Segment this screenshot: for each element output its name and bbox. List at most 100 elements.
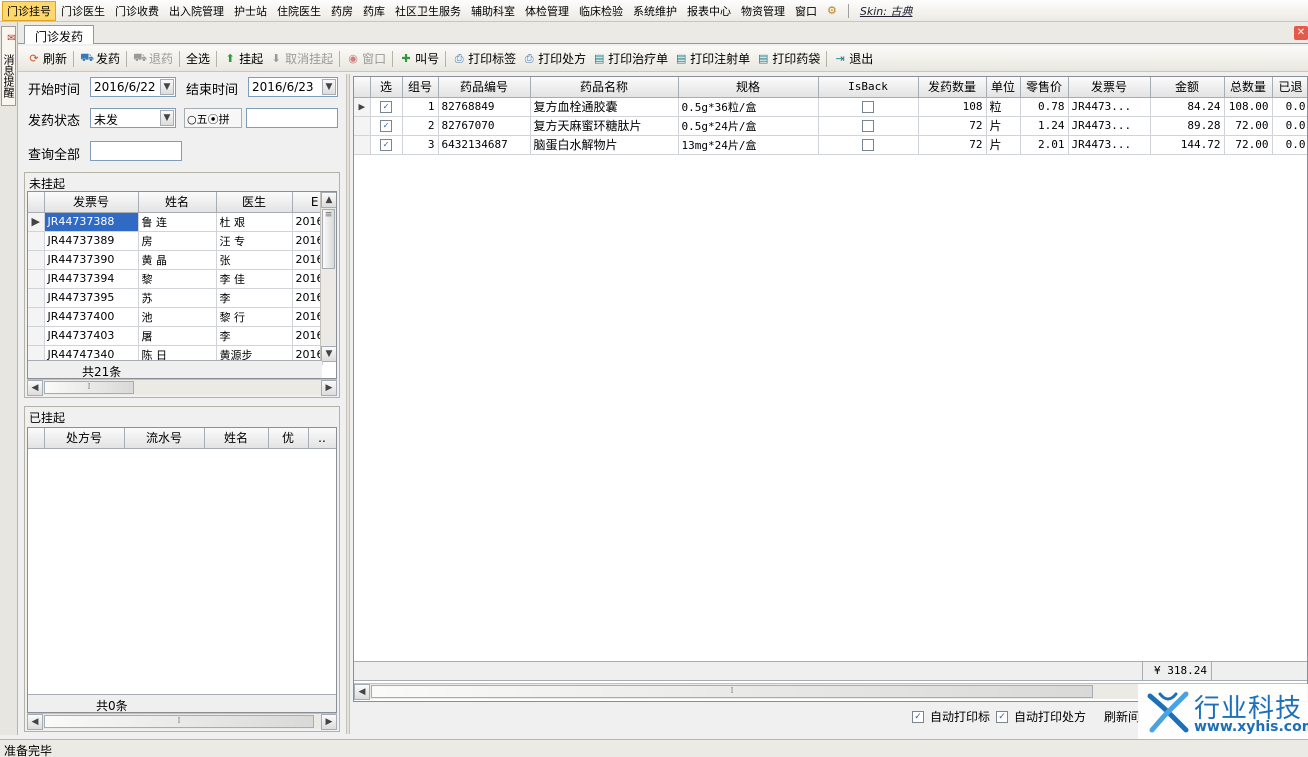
dispense-status-select[interactable]: 未发 ▼ [90,108,176,128]
exit-button[interactable]: ⇥ 退出 [830,48,876,70]
print-prescription-button[interactable]: ⎙ 打印处方 [519,48,589,70]
menu-admission[interactable]: 出入院管理 [164,1,229,21]
scroll-right-icon[interactable]: ▶ [321,380,337,396]
menu-drug-store[interactable]: 药库 [358,1,390,21]
menu-pharmacy[interactable]: 药房 [326,1,358,21]
menu-inpatient-doctor[interactable]: 住院医生 [272,1,326,21]
col-more[interactable]: .. [308,428,336,449]
search-code-input[interactable] [246,108,338,128]
col-drug-name[interactable]: 药品名称 [530,77,679,98]
col-invoice[interactable]: 发票号 [1068,77,1151,98]
menu-physical-exam[interactable]: 体检管理 [520,1,574,21]
col-invoice[interactable]: 发票号 [44,192,139,213]
cell-isback[interactable] [818,135,919,155]
table-row[interactable]: JR44737394 黎李 佳 2016 [28,269,323,289]
col-date[interactable]: E [292,192,323,213]
col-select[interactable]: 选 [370,77,403,98]
chevron-down-icon[interactable]: ▼ [160,110,174,126]
col-unit[interactable]: 单位 [986,77,1021,98]
window-button[interactable]: ◉ 窗口 [343,48,389,70]
cell-isback[interactable] [818,116,919,136]
table-row[interactable]: JR44737395 苏李 2016 [28,288,323,308]
print-bag-button[interactable]: ▤ 打印药袋 [753,48,823,70]
table-row[interactable]: ✓ 2 82767070 复方天麻蜜环糖肽片 0.5g*24片/盒 72 片 1.24 JR44… [354,116,1307,136]
table-row[interactable]: ▶ ✓ 1 82768849 复方血栓通胶囊 0.5g*36粒/盒 108 粒 0.78 JR44… [354,97,1307,117]
unhung-vscroll[interactable]: ▲ ≡ ▼ [320,192,336,362]
select-checkbox[interactable]: ✓ [380,120,392,132]
scroll-up-icon[interactable]: ▲ [321,192,336,208]
select-all-button[interactable]: 全选 [183,48,213,70]
radio-wubi[interactable]: ○ [187,113,197,126]
print-injection-button[interactable]: ▤ 打印注射单 [671,48,753,70]
print-treatment-button[interactable]: ▤ 打印治疗单 [589,48,671,70]
chevron-down-icon[interactable]: ▼ [322,79,336,95]
print-label-button[interactable]: ⎙ 打印标签 [449,48,519,70]
col-qty[interactable]: 发药数量 [918,77,987,98]
scroll-left-icon[interactable]: ◀ [354,684,370,700]
table-row[interactable]: ✓ 3 6432134687 脑蛋白水解物片 13mg*24片/盒 72 片 2.01 JR44… [354,135,1307,155]
menu-reports[interactable]: 报表中心 [682,1,736,21]
row-selector[interactable] [28,326,45,346]
menu-window[interactable]: 窗口 [790,1,822,21]
scroll-left-icon[interactable]: ◀ [27,380,43,396]
table-row[interactable]: JR44737389 房汪 专 2016 [28,231,323,251]
col-group[interactable]: 组号 [402,77,439,98]
skin-label[interactable]: Skin: 古典 [855,1,918,21]
cancel-hang-button[interactable]: ⬇ 取消挂起 [266,48,336,70]
col-total[interactable]: 总数量 [1224,77,1273,98]
isback-checkbox[interactable] [862,139,874,151]
row-selector[interactable] [28,269,45,289]
table-row[interactable]: JR44737390 黄 晶张 2016 [28,250,323,270]
col-serial-no[interactable]: 流水号 [124,428,205,449]
scroll-right-icon[interactable]: ▶ [321,714,337,730]
col-drug-code[interactable]: 药品编号 [438,77,531,98]
scroll-thumb[interactable]: ⁞ [371,685,1093,698]
select-checkbox[interactable]: ✓ [380,101,392,113]
col-returned[interactable]: 已退 [1272,77,1307,98]
row-selector[interactable] [28,231,45,251]
chevron-down-icon[interactable]: ▼ [160,79,174,95]
auto-print-label-checkbox[interactable]: ✓ [912,710,924,723]
menu-system[interactable]: 系统维护 [628,1,682,21]
col-price[interactable]: 零售价 [1020,77,1069,98]
table-row[interactable]: JR44737403 屠李 2016 [28,326,323,346]
menu-clinical-lab[interactable]: 临床检验 [574,1,628,21]
call-number-button[interactable]: ✚ 叫号 [396,48,442,70]
unhung-hscroll[interactable]: ◀ ⁞ ▶ [27,379,337,396]
start-date-picker[interactable]: 2016/6/22 ▼ [90,77,176,97]
col-isback[interactable]: IsBack [818,77,919,98]
isback-checkbox[interactable] [862,120,874,132]
row-selector[interactable] [354,135,371,155]
row-selector[interactable] [28,307,45,327]
scroll-thumb[interactable]: ⁞ [44,715,314,728]
table-row[interactable]: JR44737400 池黎 行 2016 [28,307,323,327]
col-doctor[interactable]: 医生 [216,192,293,213]
hang-button[interactable]: ⬆ 挂起 [220,48,266,70]
cell-select[interactable]: ✓ [370,97,403,117]
row-selector[interactable] [354,116,371,136]
col-amount[interactable]: 金额 [1150,77,1225,98]
menu-outpatient-doctor[interactable]: 门诊医生 [56,1,110,21]
refresh-button[interactable]: ⟳ 刷新 [24,48,70,70]
menu-community-health[interactable]: 社区卫生服务 [390,1,466,21]
menu-outpatient-register[interactable]: 门诊挂号 [2,0,56,21]
tools-icon[interactable]: ⚙ [822,2,842,19]
table-row[interactable]: ▶ JR44737388 鲁 连杜 艰 2016 [28,212,323,232]
row-selector[interactable]: ▶ [354,97,371,117]
row-selector[interactable] [28,288,45,308]
col-rx-no[interactable]: 处方号 [44,428,125,449]
return-drug-button[interactable]: ⛟ 退药 [130,48,176,70]
col-name[interactable]: 姓名 [138,192,217,213]
panel-splitter[interactable] [346,74,350,734]
dispense-button[interactable]: ⛟ 发药 [77,48,123,70]
select-checkbox[interactable]: ✓ [380,139,392,151]
cell-isback[interactable] [818,97,919,117]
col-spec[interactable]: 规格 [678,77,819,98]
hung-hscroll[interactable]: ◀ ⁞ ▶ [27,713,337,730]
scroll-left-icon[interactable]: ◀ [27,714,43,730]
scroll-thumb[interactable]: ⁞ [44,381,134,394]
message-tab[interactable]: ✉ 消息提醒 [1,26,17,106]
radio-pinyin[interactable]: ⦿ [208,113,219,126]
scroll-thumb[interactable]: ≡ [322,209,335,269]
auto-print-rx-checkbox[interactable]: ✓ [996,710,1009,723]
